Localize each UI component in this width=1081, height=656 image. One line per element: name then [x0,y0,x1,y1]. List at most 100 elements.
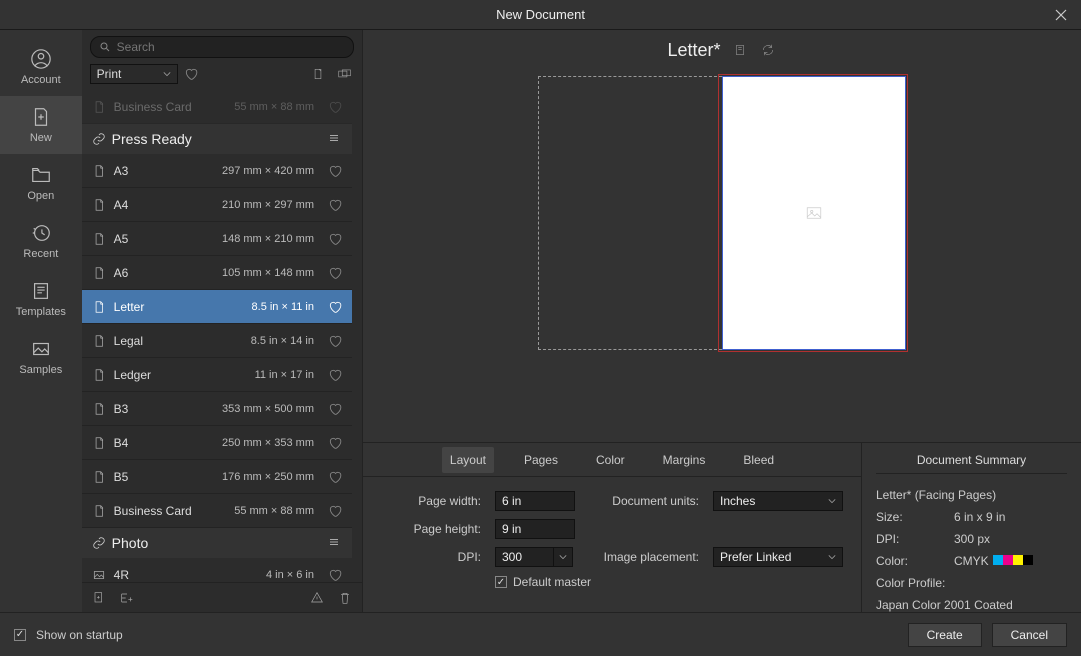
tab-pages[interactable]: Pages [516,447,566,473]
preset-item[interactable]: Business Card55 mm × 88 mm [82,494,352,528]
page-icon [92,232,106,246]
preset-item[interactable]: B3353 mm × 500 mm [82,392,352,426]
favorite-icon[interactable] [328,334,342,348]
page-icon [92,198,106,212]
favorite-icon[interactable] [328,568,342,582]
image-placement-select[interactable]: Prefer Linked [713,547,843,567]
preset-item[interactable]: A6105 mm × 148 mm [82,256,352,290]
preset-item[interactable]: Legal8.5 in × 14 in [82,324,352,358]
preset-dimensions: 176 mm × 250 mm [222,471,314,483]
page-icon [92,300,106,314]
chevron-down-icon [828,553,836,561]
favorite-icon[interactable] [328,402,342,416]
presets-panel: Print Business Card55 mm × 88 mmPress Re… [82,30,363,612]
favorite-icon[interactable] [328,436,342,450]
favorite-icon[interactable] [328,300,342,314]
preset-group-header[interactable]: Press Ready [82,124,352,154]
delete-preset-button[interactable] [336,589,354,607]
image-placement-label: Image placement: [589,550,699,564]
category-select[interactable]: Print [90,64,178,84]
search-input[interactable] [117,40,345,54]
dpi-dropdown-button[interactable] [553,547,573,567]
tab-layout[interactable]: Layout [442,447,494,473]
default-master-checkbox[interactable]: ✓ [495,576,507,588]
favorite-icon[interactable] [328,504,342,518]
orientation-portrait-button[interactable] [308,64,328,84]
nav-new-label: New [30,132,52,144]
nav-open-label: Open [27,190,54,202]
favorite-icon[interactable] [328,470,342,484]
preset-item[interactable]: 4R4 in × 6 in [82,558,352,582]
nav-samples[interactable]: Samples [0,328,82,386]
preset-name: 4R [114,568,258,582]
nav-new[interactable]: New [0,96,82,154]
orientation-landscape-button[interactable] [334,64,354,84]
favorite-icon[interactable] [328,266,342,280]
group-menu-icon[interactable] [328,132,342,146]
nav-recent[interactable]: Recent [0,212,82,270]
chevron-down-icon [163,70,171,78]
bottom-bar: ✓ Show on startup Create Cancel [0,612,1081,656]
rename-preset-button[interactable] [308,589,326,607]
preview-page-icon[interactable] [731,41,749,59]
favorite-icon[interactable] [328,164,342,178]
preset-item[interactable]: A4210 mm × 297 mm [82,188,352,222]
nav-templates-label: Templates [16,306,66,318]
search-field[interactable] [90,36,354,58]
create-button[interactable]: Create [908,623,982,647]
favorite-icon[interactable] [328,198,342,212]
preset-name: Ledger [114,368,247,382]
group-menu-icon[interactable] [328,536,342,550]
page-height-input[interactable] [495,519,575,539]
summary-dpi-value: 300 px [954,532,1067,546]
left-nav: Account New Open Recent Templates Sample… [0,30,82,612]
favorite-icon[interactable] [328,232,342,246]
document-units-select[interactable]: Inches [713,491,843,511]
dpi-input[interactable] [495,547,553,567]
nav-open[interactable]: Open [0,154,82,212]
tab-color[interactable]: Color [588,447,633,473]
document-summary: Document Summary Letter* (Facing Pages) … [861,443,1081,612]
close-button[interactable] [1041,0,1081,30]
add-preset-button[interactable] [90,589,108,607]
preset-group-header[interactable]: Photo [82,528,352,558]
preset-item[interactable]: B4 250 mm × 353 mm [82,426,352,460]
nav-account[interactable]: Account [0,38,82,96]
page-icon [92,368,106,382]
tab-margins[interactable]: Margins [655,447,714,473]
chevron-down-icon [828,497,836,505]
summary-profile-label: Color Profile: [876,576,1067,590]
summary-size-value: 6 in x 9 in [954,510,1067,524]
preset-item[interactable]: A5148 mm × 210 mm [82,222,352,256]
page-height-label: Page height: [381,522,481,536]
favorites-filter-icon[interactable] [184,67,198,81]
show-on-startup-checkbox[interactable]: ✓ [14,629,26,641]
preset-item[interactable]: B5176 mm × 250 mm [82,460,352,494]
nav-templates[interactable]: Templates [0,270,82,328]
preset-dimensions: 55 mm × 88 mm [234,101,314,113]
show-on-startup-label: Show on startup [36,628,123,642]
page-width-input[interactable] [495,491,575,511]
tab-bleed[interactable]: Bleed [735,447,782,473]
page-icon [92,504,106,518]
preset-dimensions: 250 mm × 353 mm [222,437,314,449]
nav-account-label: Account [21,74,61,86]
right-panel: Letter* LayoutPagesColorMarg [363,30,1081,612]
preset-name: B4 [114,436,214,450]
preset-item[interactable]: A3297 mm × 420 mm [82,154,352,188]
preset-dimensions: 105 mm × 148 mm [222,267,314,279]
preset-dimensions: 210 mm × 297 mm [222,199,314,211]
add-category-button[interactable] [118,589,136,607]
preset-list-scroll[interactable]: Business Card55 mm × 88 mmPress ReadyA32… [82,90,362,582]
preset-name: Business Card [114,504,227,518]
preview-sync-icon[interactable] [759,41,777,59]
preset-dimensions: 8.5 in × 14 in [251,335,314,347]
preset-dimensions: 148 mm × 210 mm [222,233,314,245]
favorite-icon[interactable] [328,368,342,382]
preset-item[interactable]: Ledger11 in × 17 in [82,358,352,392]
preset-item[interactable]: Letter8.5 in × 11 in [82,290,352,324]
preset-item[interactable]: Business Card55 mm × 88 mm [82,90,352,124]
preview-area: Letter* [363,30,1081,442]
cancel-button[interactable]: Cancel [992,623,1067,647]
favorite-icon[interactable] [328,100,342,114]
